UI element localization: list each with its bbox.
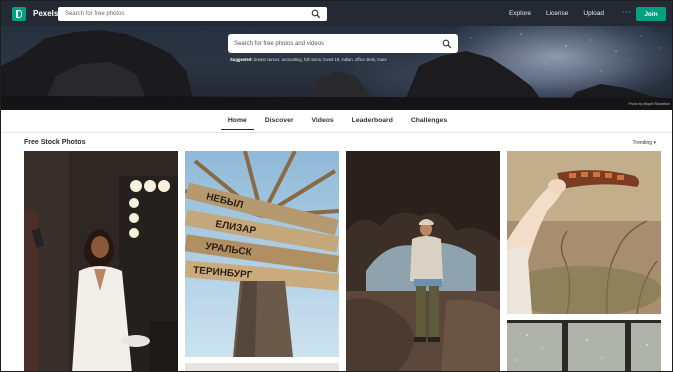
sort-dropdown[interactable]: Trending ▾ [633,140,656,146]
join-button[interactable]: Join [636,7,666,21]
photo-man-in-cave[interactable] [346,151,500,371]
hero-banner: Search for free photos and videos Sugges… [1,26,672,110]
nav-link-explore[interactable]: Explore [509,10,531,17]
photo-image [507,320,661,371]
sort-label: Trending [632,140,653,146]
pexels-logo-icon[interactable] [12,6,26,21]
brand-name[interactable]: Pexels [33,9,58,18]
photo-rainy-window[interactable] [507,320,661,371]
nav-links: Explore License Upload [509,1,604,26]
photo-image: НЕБЫЛ ЕЛИЗАР УРАЛЬСК ТЕРИНБУРГ [185,151,339,357]
photo-film-strip[interactable] [507,151,661,314]
pexels-page: Pexels Search for free photos Explore Li… [0,0,673,372]
nav-link-upload[interactable]: Upload [583,10,604,17]
photo-signpost[interactable]: НЕБЫЛ ЕЛИЗАР УРАЛЬСК ТЕРИНБУРГ [185,151,339,357]
suggested-terms[interactable]: breast cancer, accounting, full moon, lo… [254,57,387,62]
photo-image [507,151,661,314]
tab-leaderboard[interactable]: Leaderboard [343,110,402,132]
top-search-bar[interactable]: Search for free photos [58,7,327,21]
top-navbar: Pexels Search for free photos Explore Li… [1,1,672,26]
photo-credit[interactable]: Photo by Miquel Rossellón [629,102,670,106]
more-menu-icon[interactable]: ··· [622,9,632,16]
suggested-label: Suggested: [230,57,253,62]
top-search-input[interactable]: Search for free photos [65,11,311,17]
photo-image [24,151,178,371]
tab-videos[interactable]: Videos [303,110,343,132]
chevron-down-icon: ▾ [653,140,656,146]
tab-home[interactable]: Home [219,110,256,132]
search-icon[interactable] [311,9,321,19]
photo-image [346,151,500,371]
photo-next-column-2[interactable] [185,363,339,371]
nav-link-license[interactable]: License [546,10,568,17]
hero-search-input[interactable]: Search for free photos and videos [234,41,442,47]
tab-discover[interactable]: Discover [256,110,303,132]
tab-challenges[interactable]: Challenges [402,110,456,132]
section-title: Free Stock Photos [24,139,86,146]
photo-woman-white-suit[interactable] [24,151,178,371]
tabs-divider [1,132,672,133]
hero-search-bar[interactable]: Search for free photos and videos [228,34,458,53]
content-tabs: Home Discover Videos Leaderboard Challen… [1,110,672,132]
suggested-searches: Suggested: breast cancer, accounting, fu… [230,57,387,62]
search-icon[interactable] [442,39,452,49]
